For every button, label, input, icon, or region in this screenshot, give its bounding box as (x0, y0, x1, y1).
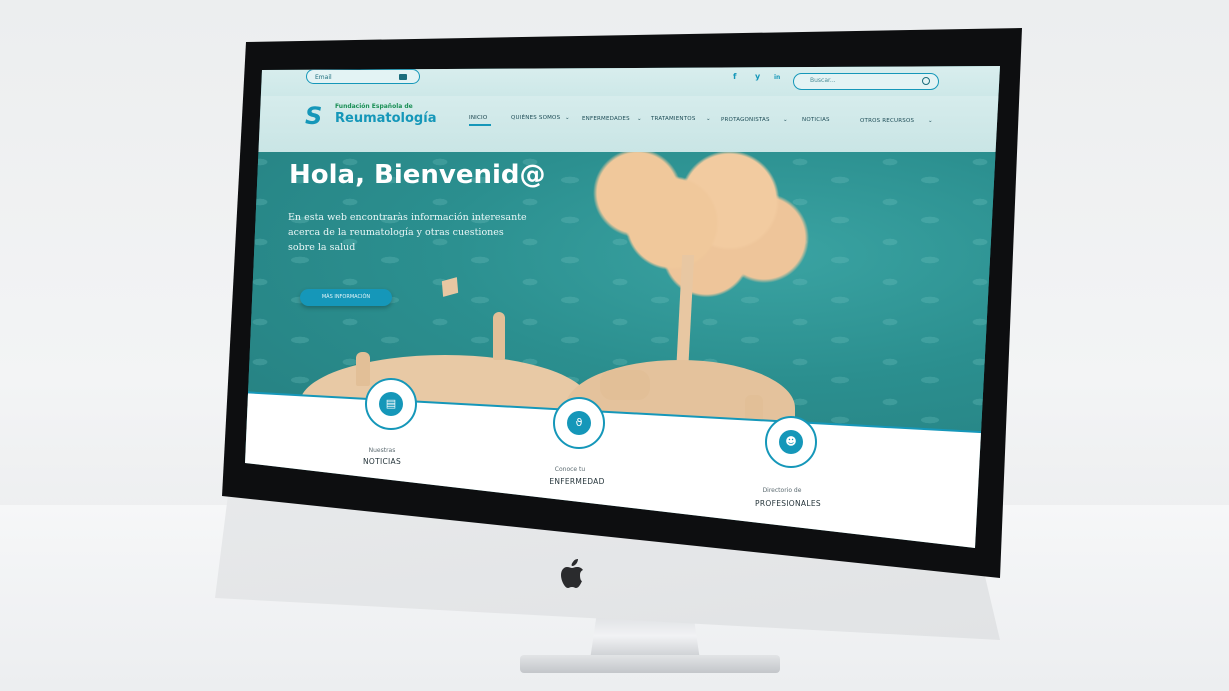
facebook-icon[interactable]: f (733, 72, 736, 81)
search-input[interactable]: Buscar... (793, 73, 939, 90)
nav-chevron-down-icon[interactable]: ⌄ (706, 116, 711, 122)
search-placeholder: Buscar... (810, 77, 836, 84)
logo-mark: S (305, 102, 323, 130)
people-icon: ☻ (779, 430, 803, 454)
search-icon[interactable] (922, 77, 930, 85)
site-logo[interactable]: S Fundación Española de Reumatología (305, 100, 436, 132)
nav-active-indicator (469, 124, 491, 126)
logo-title: Reumatología (335, 111, 437, 126)
news-icon: ▤ (379, 392, 403, 416)
logo-subtitle: Fundación Española de (335, 103, 413, 110)
twitter-icon[interactable]: y (755, 72, 760, 81)
nav-item-otros-recursos[interactable]: OTROS RECURSOS (860, 118, 914, 124)
nav-item-noticias[interactable]: NOTICIAS (802, 117, 830, 123)
feature-noticias-pretitle: Nuestras (368, 447, 396, 454)
child-figure (493, 312, 505, 360)
imac-stand-foot (520, 655, 780, 673)
nav-chevron-down-icon[interactable]: ⌄ (637, 116, 642, 122)
hero-title: Hola, Bienvenid@ (289, 160, 546, 190)
feature-profesionales-pretitle: Directorio de (762, 487, 802, 494)
hero-description: En esta web encontraràs información inte… (288, 212, 527, 253)
feature-profesionales-title[interactable]: PROFESIONALES (728, 499, 848, 508)
send-icon[interactable] (399, 74, 407, 80)
tree-illustration (580, 148, 810, 298)
feature-enfermedad-pretitle: Conoce tu (554, 466, 586, 473)
children-reading-figure (600, 370, 650, 400)
feature-profesionales-circle[interactable]: ☻ (765, 416, 817, 468)
feature-enfermedad-circle[interactable]: ϑ (553, 397, 605, 449)
feature-noticias-circle[interactable]: ▤ (365, 378, 417, 430)
nav-item-protagonistas[interactable]: PROTAGONISTAS (721, 117, 770, 123)
nav-item-enfermedades[interactable]: ENFERMEDADES (582, 116, 630, 122)
child-figure (356, 352, 370, 386)
apple-logo-icon (561, 559, 583, 588)
email-placeholder: Email (315, 74, 332, 81)
feature-enfermedad-title[interactable]: ENFERMEDAD (517, 477, 637, 486)
feature-noticias-title[interactable]: NOTICIAS (322, 457, 442, 466)
stethoscope-icon: ϑ (567, 411, 591, 435)
linkedin-icon[interactable]: in (774, 74, 780, 81)
nav-chevron-down-icon[interactable]: ⌄ (783, 117, 788, 123)
nav-item-tratamientos[interactable]: TRATAMIENTOS (651, 116, 696, 122)
nav-item-quienes-somos[interactable]: QUIÉNES SOMOS (511, 115, 560, 121)
nav-chevron-down-icon[interactable]: ⌄ (928, 118, 933, 124)
nav-item-inicio[interactable]: INICIO (469, 115, 487, 121)
email-field[interactable]: Email (306, 69, 420, 84)
more-info-button[interactable]: MÁS INFORMACIÓN (300, 289, 392, 306)
nav-chevron-down-icon[interactable]: ⌄ (565, 115, 570, 121)
